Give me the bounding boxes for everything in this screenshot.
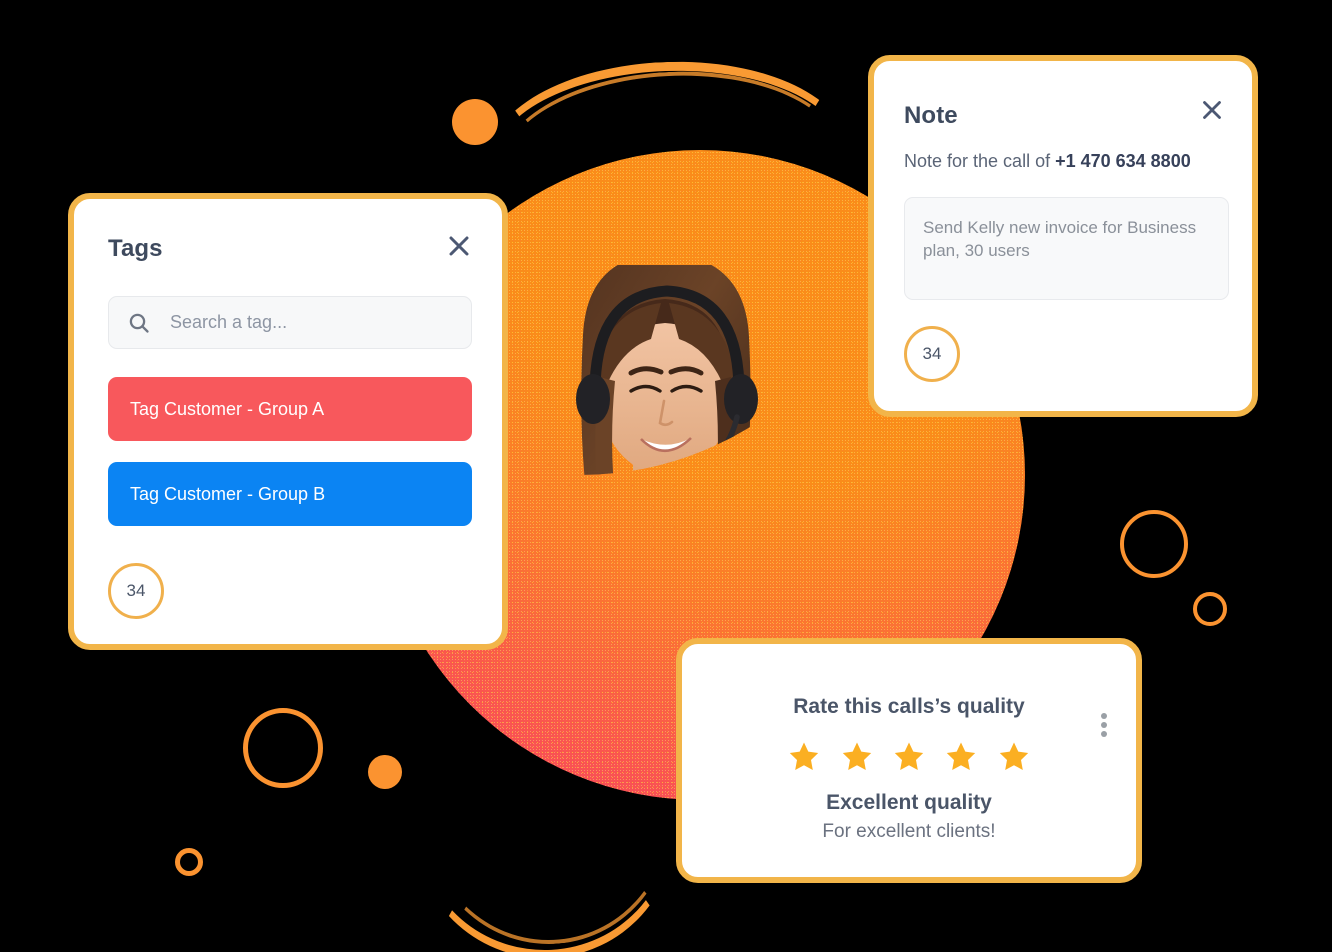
note-subtitle-prefix: Note for the call of [904, 151, 1056, 171]
star-icon-5[interactable] [998, 740, 1030, 772]
tags-card-title: Tags [108, 235, 163, 262]
note-count-badge[interactable]: 34 [904, 326, 960, 382]
arc-top-brush-thin [493, 63, 849, 265]
more-vertical-icon[interactable] [1097, 706, 1111, 744]
arc-top-brush [484, 55, 854, 258]
star-icon-4[interactable] [945, 740, 977, 772]
search-icon [128, 312, 150, 334]
tag-customer-group-a-button[interactable]: Tag Customer - Group A [108, 377, 472, 441]
search-field[interactable] [108, 296, 472, 349]
dot-top-left [452, 99, 498, 145]
menu-dot [1101, 713, 1107, 719]
star-icon-1[interactable] [788, 740, 820, 772]
arc-bottom-brush-thin [414, 679, 682, 952]
ring-right-small [1193, 592, 1227, 626]
ring-bottom-left [243, 708, 323, 788]
note-card: Note Note for the call of +1 470 634 880… [868, 55, 1258, 417]
star-rating[interactable] [682, 740, 1136, 772]
note-phone-number: +1 470 634 8800 [1055, 151, 1191, 171]
menu-dot [1101, 731, 1107, 737]
close-icon[interactable] [1200, 98, 1224, 122]
note-textarea[interactable] [904, 197, 1229, 300]
close-icon[interactable] [446, 233, 472, 259]
menu-dot [1101, 722, 1107, 728]
note-card-title: Note [904, 102, 958, 129]
tag-customer-group-b-button[interactable]: Tag Customer - Group B [108, 462, 472, 526]
search-input[interactable] [168, 311, 432, 334]
dot-bottom-left [368, 755, 402, 789]
rating-card-title: Rate this calls’s quality [793, 695, 1025, 718]
rating-card: Rate this calls’s quality Excellent qual… [676, 638, 1142, 883]
ring-far-left-small [175, 848, 203, 876]
page-root: Tags Tag Customer - Group A Tag Customer… [0, 0, 1332, 952]
ring-right-large [1120, 510, 1188, 578]
quality-sublabel: For excellent clients! [822, 821, 996, 842]
star-icon-3[interactable] [893, 740, 925, 772]
star-icon-2[interactable] [841, 740, 873, 772]
note-subtitle: Note for the call of +1 470 634 8800 [904, 151, 1191, 172]
quality-label: Excellent quality [826, 791, 992, 814]
tags-count-badge[interactable]: 34 [108, 563, 164, 619]
arc-bottom-brush [408, 693, 682, 952]
tags-card: Tags Tag Customer - Group A Tag Customer… [68, 193, 508, 650]
